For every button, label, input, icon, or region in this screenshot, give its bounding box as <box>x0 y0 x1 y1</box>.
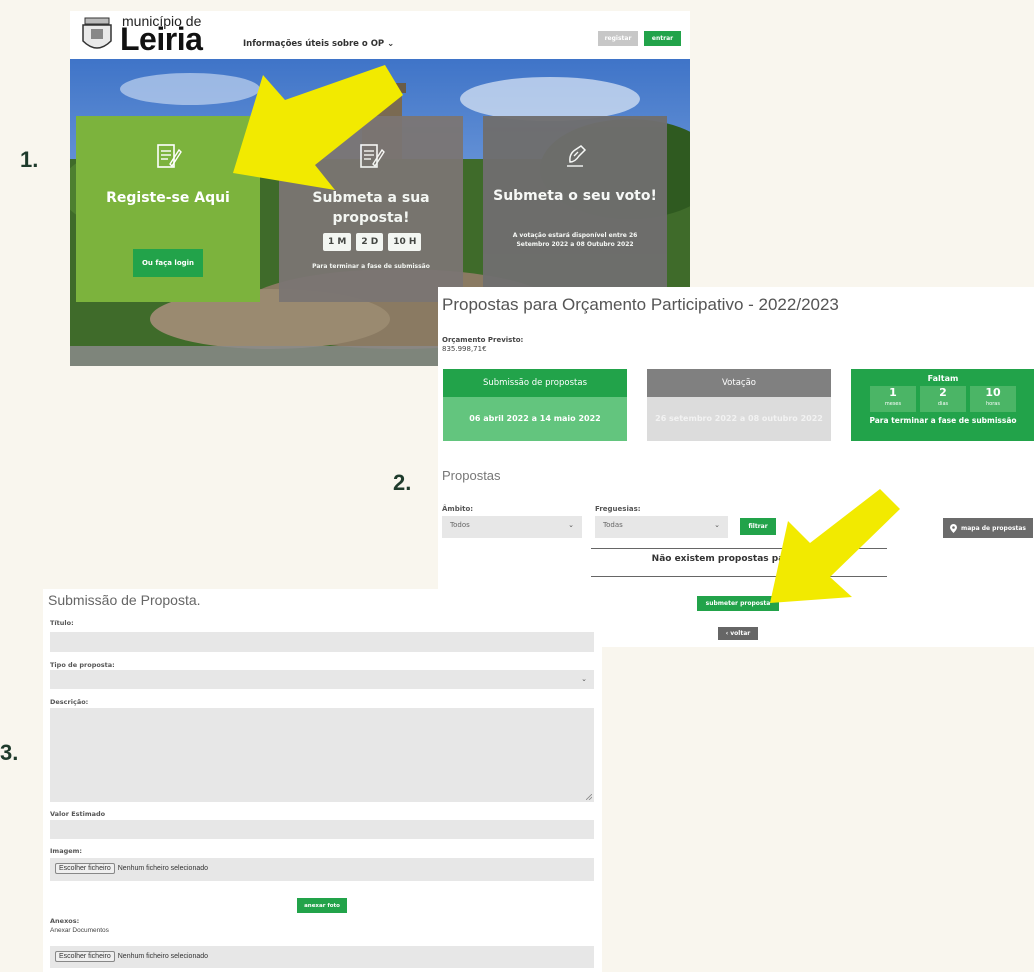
image-label: Imagem: <box>50 847 83 855</box>
map-pin-icon <box>949 523 957 533</box>
vote-note-line2: Setembro 2022 a 08 Outubro 2022 <box>516 241 634 248</box>
proposal-type-select[interactable]: ⌄ <box>50 670 594 689</box>
proposals-section-title: Propostas <box>442 468 501 483</box>
countdown-counters: 1 M 2 D 10 H <box>323 233 422 251</box>
remaining-hours-box: 10 horas <box>970 386 1016 412</box>
estimated-value-label: Valor Estimado <box>50 810 106 818</box>
resize-handle-icon[interactable] <box>586 794 592 800</box>
scope-select[interactable]: Todos ⌄ <box>442 516 582 538</box>
chevron-down-icon: ⌄ <box>568 521 574 529</box>
phase-submission-dates: 06 abril 2022 a 14 maio 2022 <box>443 397 627 441</box>
submit-title-line2: proposta! <box>332 210 410 226</box>
highlight-arrow-1 <box>233 65 403 190</box>
budget-value: 835.998,71€ <box>442 345 487 353</box>
attachments-choose-file-button[interactable]: Escolher ficheiro <box>55 951 115 962</box>
remaining-hours-unit: horas <box>986 401 1000 407</box>
countdown-months: 1 M <box>323 233 352 251</box>
image-choose-file-button[interactable]: Escolher ficheiro <box>55 863 115 874</box>
form-edit-icon <box>157 144 182 168</box>
title-input[interactable] <box>50 632 594 652</box>
vote-availability-note: A votação estará disponível entre 26 Set… <box>495 231 655 249</box>
phase-submission-head: Submissão de propostas <box>443 369 627 397</box>
chevron-down-icon: ⌄ <box>581 675 587 683</box>
parish-selected-value: Todas <box>603 521 623 529</box>
scope-label: Âmbito: <box>442 505 474 513</box>
chevron-down-icon: ⌄ <box>387 39 395 49</box>
remaining-days: 2 <box>939 386 947 399</box>
phase-vote-dates: 26 setembro 2022 a 08 outubro 2022 <box>647 397 831 441</box>
register-button[interactable]: registar <box>598 31 638 46</box>
attach-photo-button[interactable]: anexar foto <box>297 898 347 913</box>
attach-documents-text: Anexar Documentos <box>50 927 109 934</box>
proposal-type-label: Tipo de proposta: <box>50 661 115 669</box>
chevron-down-icon: ⌄ <box>714 521 720 529</box>
remaining-time-card: Faltam 1 meses 2 dias 10 horas Para term… <box>851 369 1034 441</box>
parish-label: Freguesias: <box>595 505 641 513</box>
remaining-hours: 10 <box>985 386 1001 399</box>
phase-vote-card: Votação 26 setembro 2022 a 08 outubro 20… <box>647 369 831 441</box>
countdown-days: 2 D <box>356 233 384 251</box>
back-button[interactable]: ‹ voltar <box>718 627 758 640</box>
remaining-title: Faltam <box>927 374 959 383</box>
remaining-days-unit: dias <box>937 401 949 407</box>
proposals-map-button[interactable]: mapa de propostas <box>943 518 1033 538</box>
vote-card[interactable]: Submeta o seu voto! A votação estará dis… <box>483 116 667 302</box>
phase-vote-head: Votação <box>647 369 831 397</box>
vote-note-line1: A votação estará disponível entre 26 <box>512 232 638 239</box>
proposals-map-label: mapa de propostas <box>960 524 1027 532</box>
parish-select[interactable]: Todas ⌄ <box>595 516 728 538</box>
step-number-1: 1. <box>20 147 39 172</box>
title-label: Título: <box>50 619 74 627</box>
submission-deadline-note: Para terminar a fase de submissão <box>312 263 430 270</box>
vote-card-title: Submeta o seu voto! <box>493 188 657 204</box>
form-title: Submissão de Proposta. <box>48 592 201 608</box>
description-textarea[interactable] <box>50 708 594 802</box>
remaining-days-box: 2 dias <box>920 386 966 412</box>
countdown-hours: 10 H <box>388 233 422 251</box>
page-title: Propostas para Orçamento Participativo -… <box>442 295 839 314</box>
image-file-field[interactable]: Escolher ficheiro Nenhum ficheiro seleci… <box>50 858 594 881</box>
attachments-file-field[interactable]: Escolher ficheiro Nenhum ficheiro seleci… <box>50 946 594 968</box>
step-number-2: 2. <box>393 470 412 495</box>
submission-form-screenshot: Submissão de Proposta. Título: Tipo de p… <box>43 589 602 972</box>
brand-leiria-logo[interactable]: Leiria <box>120 23 203 55</box>
attachments-label: Anexos: <box>50 917 80 925</box>
remaining-note: Para terminar a fase de submissão <box>869 416 1017 425</box>
back-label: voltar <box>730 630 751 637</box>
submit-proposal-button[interactable]: submeter proposta <box>697 596 779 611</box>
or-login-button[interactable]: Ou faça login <box>133 249 203 277</box>
info-op-label: Informações úteis sobre o OP <box>243 39 385 49</box>
image-no-file-text: Nenhum ficheiro selecionado <box>117 865 209 872</box>
highlight-arrow-2 <box>770 489 900 603</box>
site-header: município de Leiria Informações úteis so… <box>70 11 690 59</box>
remaining-months-unit: meses <box>884 401 902 407</box>
login-button[interactable]: entrar <box>644 31 681 46</box>
info-op-menu[interactable]: Informações úteis sobre o OP ⌄ <box>243 39 394 49</box>
chevron-left-icon: ‹ <box>725 630 729 637</box>
description-label: Descrição: <box>50 698 89 706</box>
remaining-months-box: 1 meses <box>870 386 916 412</box>
attachments-no-file-text: Nenhum ficheiro selecionado <box>117 953 209 960</box>
scope-selected-value: Todos <box>450 521 470 529</box>
phase-submission-card: Submissão de propostas 06 abril 2022 a 1… <box>443 369 627 441</box>
budget-label: Orçamento Previsto: <box>442 336 524 344</box>
estimated-value-input[interactable] <box>50 820 594 839</box>
step-number-3: 3. <box>0 740 19 765</box>
municipal-crest-icon <box>82 17 112 49</box>
remaining-months: 1 <box>889 386 897 399</box>
signing-hand-icon <box>567 145 587 167</box>
